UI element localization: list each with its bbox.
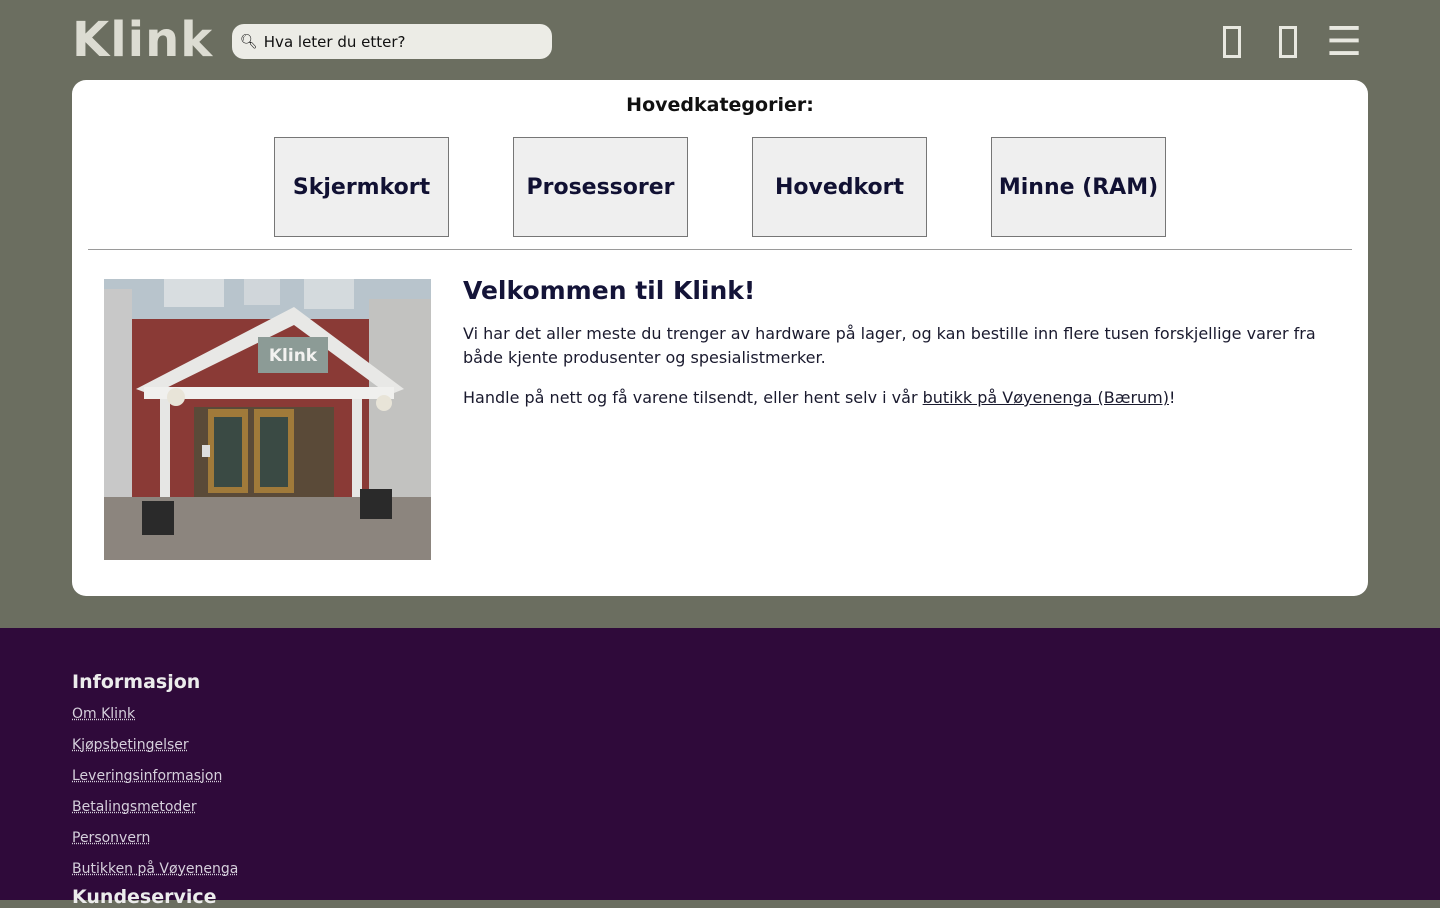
footer-link-leveringsinformasjon[interactable]: Leveringsinformasjon bbox=[72, 768, 222, 784]
footer-link-butikken[interactable]: Butikken på Vøyenenga bbox=[72, 861, 238, 877]
user-icon[interactable] bbox=[1223, 26, 1241, 58]
categories-title: Hovedkategorier: bbox=[626, 94, 814, 116]
search-icon: 🔍︎ bbox=[240, 33, 258, 50]
paragraph-text-end: ! bbox=[1168, 388, 1176, 407]
welcome-paragraph-2: Handle på nett og få varene tilsendt, el… bbox=[463, 386, 1343, 410]
menu-icon[interactable]: ☰ bbox=[1326, 22, 1362, 62]
site-header: Klink 🔍︎ ☰ bbox=[0, 0, 1440, 80]
footer-link-personvern[interactable]: Personvern bbox=[72, 830, 150, 846]
divider bbox=[88, 249, 1352, 250]
store-photo: Klink bbox=[104, 279, 431, 560]
site-footer: Informasjon Om Klink Kjøpsbetingelser Le… bbox=[0, 628, 1440, 908]
footer-link-betalingsmetoder[interactable]: Betalingsmetoder bbox=[72, 799, 197, 815]
footer-service-heading: Kundeservice bbox=[72, 886, 217, 908]
welcome-paragraph-1: Vi har det aller meste du trenger av har… bbox=[463, 324, 1316, 367]
category-button-prosessorer[interactable]: Prosessorer bbox=[513, 137, 688, 237]
welcome-heading: Velkommen til Klink! bbox=[463, 276, 756, 305]
footer-link-kjopsbetingelser[interactable]: Kjøpsbetingelser bbox=[72, 737, 189, 753]
site-logo[interactable]: Klink bbox=[72, 12, 213, 68]
store-link[interactable]: butikk på Vøyenenga (Bærum) bbox=[923, 388, 1169, 407]
cart-icon[interactable] bbox=[1279, 26, 1297, 58]
footer-link-om-klink[interactable]: Om Klink bbox=[72, 706, 135, 722]
footer-info-heading: Informasjon bbox=[72, 671, 201, 693]
category-button-hovedkort[interactable]: Hovedkort bbox=[752, 137, 927, 237]
category-button-minne[interactable]: Minne (RAM) bbox=[991, 137, 1166, 237]
paragraph-text: Handle på nett og få varene tilsendt, el… bbox=[463, 388, 923, 407]
category-button-skjermkort[interactable]: Skjermkort bbox=[274, 137, 449, 237]
main-content: Hovedkategorier: Skjermkort Prosessorer … bbox=[72, 80, 1368, 596]
photo-sign-text: Klink bbox=[269, 346, 318, 366]
search-input[interactable] bbox=[263, 32, 544, 51]
search-bar[interactable]: 🔍︎ bbox=[232, 24, 552, 59]
